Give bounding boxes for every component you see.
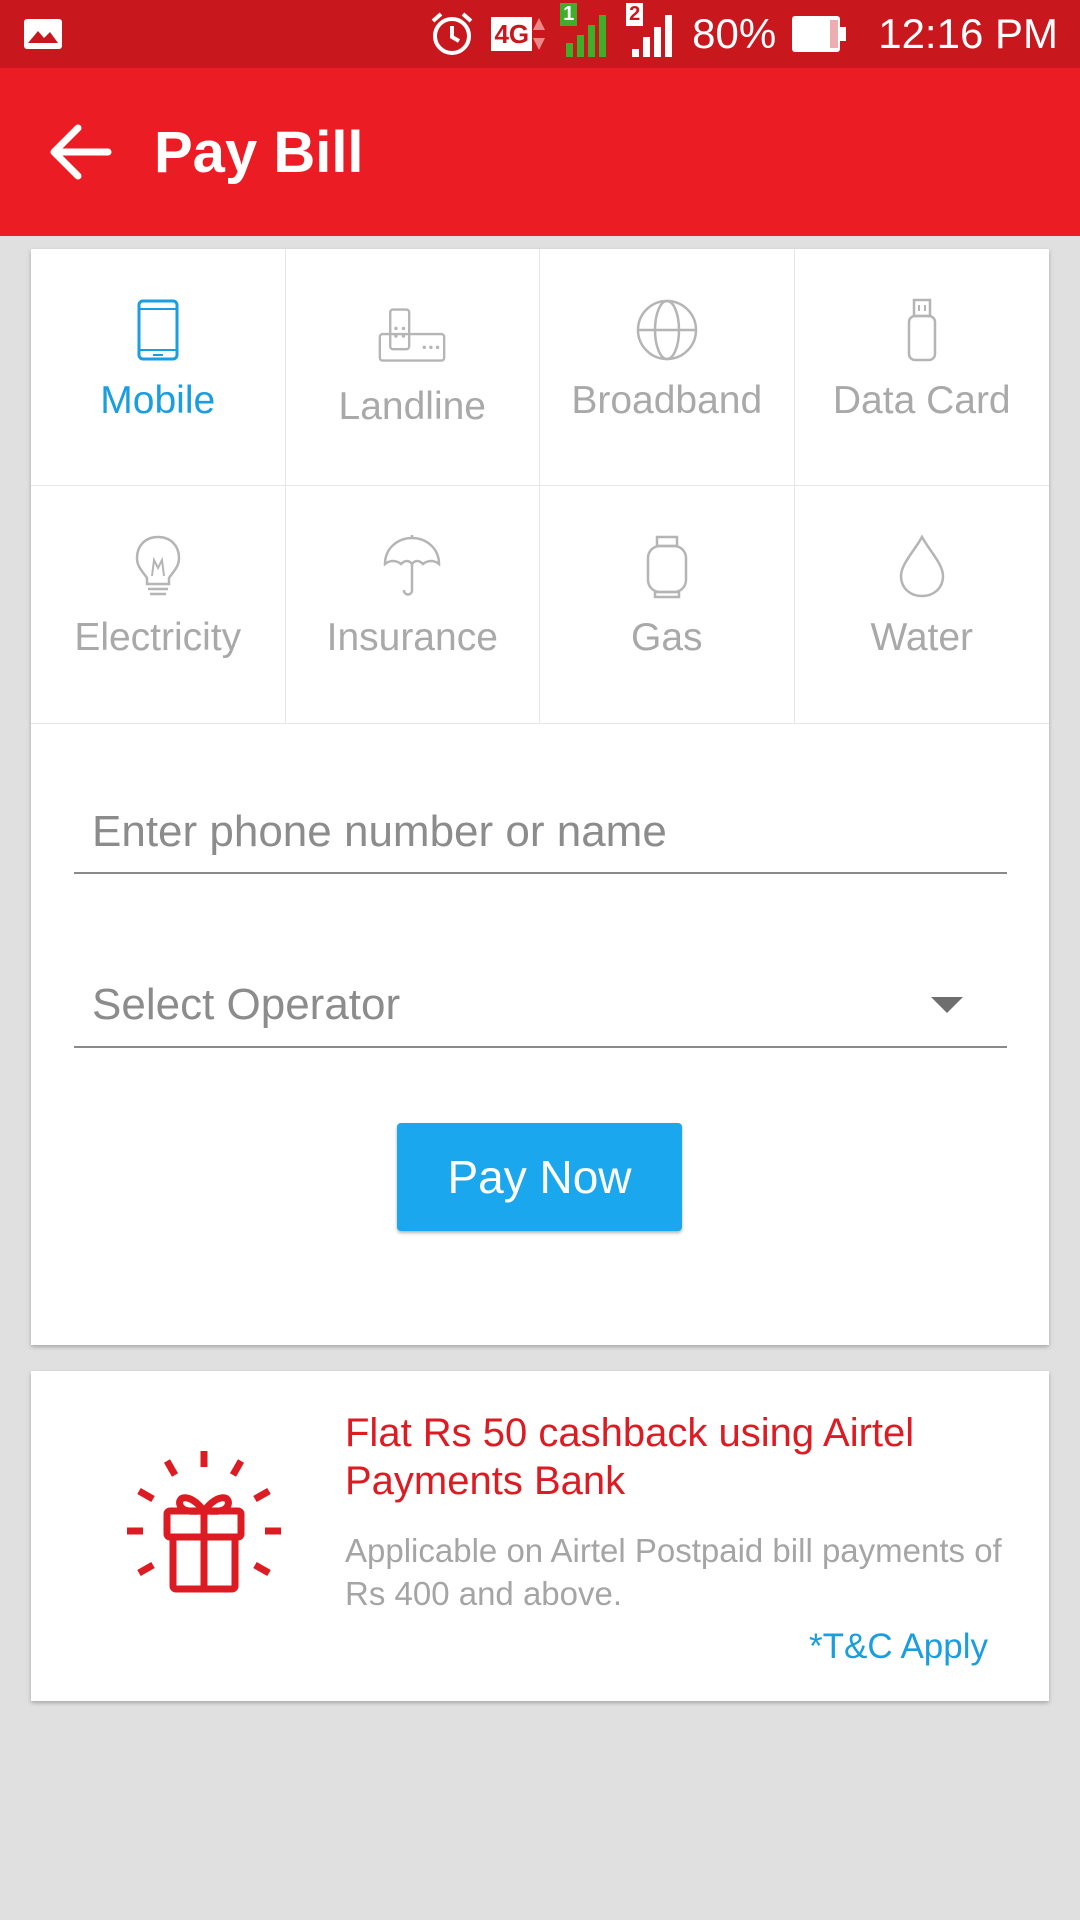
category-insurance[interactable]: Insurance [286, 486, 540, 723]
operator-select[interactable]: Select Operator [74, 964, 1007, 1048]
category-mobile[interactable]: Mobile [31, 249, 286, 486]
battery-icon [790, 14, 848, 54]
lightbulb-icon [123, 532, 193, 602]
category-landline[interactable]: Landline [285, 249, 540, 486]
offer-card: Flat Rs 50 cashback using Airtel Payment… [31, 1371, 1049, 1701]
app-bar: Pay Bill [0, 68, 1080, 236]
category-label: Data Card [832, 379, 1011, 422]
category-water[interactable]: Water [795, 486, 1050, 723]
back-button[interactable] [20, 92, 140, 212]
pay-now-button[interactable]: Pay Now [397, 1123, 682, 1231]
landline-phone-icon [377, 301, 447, 371]
network-type-text: 4G [491, 17, 533, 51]
category-label: Electricity [74, 616, 242, 659]
chevron-down-icon [931, 997, 963, 1013]
usb-dongle-icon [887, 295, 957, 365]
gift-icon [109, 1441, 299, 1631]
category-electricity[interactable]: Electricity [31, 486, 286, 723]
category-label: Mobile [100, 379, 216, 422]
mobile-phone-icon [123, 295, 193, 365]
gallery-notification-icon [22, 17, 64, 51]
operator-select-label: Select Operator [92, 980, 401, 1029]
globe-icon [632, 295, 702, 365]
water-drop-icon [887, 532, 957, 602]
gas-cylinder-icon [632, 532, 702, 602]
offer-title: Flat Rs 50 cashback using Airtel Payment… [345, 1411, 915, 1503]
alarm-clock-icon [427, 9, 477, 59]
category-label: Water [870, 616, 974, 659]
sim1-signal-icon: 1 [560, 3, 612, 59]
category-gas[interactable]: Gas [540, 486, 795, 723]
category-label: Insurance [326, 616, 498, 659]
phone-input[interactable] [74, 792, 1007, 872]
category-grid: Mobile Landline Broadband Data Card Elec… [31, 249, 1049, 724]
category-label: Gas [630, 616, 703, 659]
offer-description: Applicable on Airtel Postpaid bill payme… [345, 1532, 1002, 1612]
terms-link[interactable]: *T&C Apply [809, 1627, 988, 1667]
status-bar: 4G 1 2 80% 12:16 PM [0, 0, 1080, 68]
category-label: Landline [338, 385, 486, 428]
sim2-label: 2 [626, 3, 644, 26]
network-4g-badge: 4G [491, 16, 546, 52]
sim2-signal-icon: 2 [626, 3, 678, 59]
umbrella-icon [377, 532, 447, 602]
clock-time: 12:16 PM [878, 10, 1058, 57]
phone-field[interactable] [74, 792, 1007, 874]
category-label: Broadband [571, 379, 763, 422]
battery-percentage: 80% [692, 10, 777, 57]
back-arrow-icon [50, 124, 112, 180]
category-data-card[interactable]: Data Card [794, 249, 1049, 486]
page-title: Pay Bill [154, 119, 364, 185]
category-broadband[interactable]: Broadband [540, 249, 795, 486]
sim1-label: 1 [560, 3, 578, 26]
bill-payment-card: Mobile Landline Broadband Data Card Elec… [31, 249, 1049, 1345]
